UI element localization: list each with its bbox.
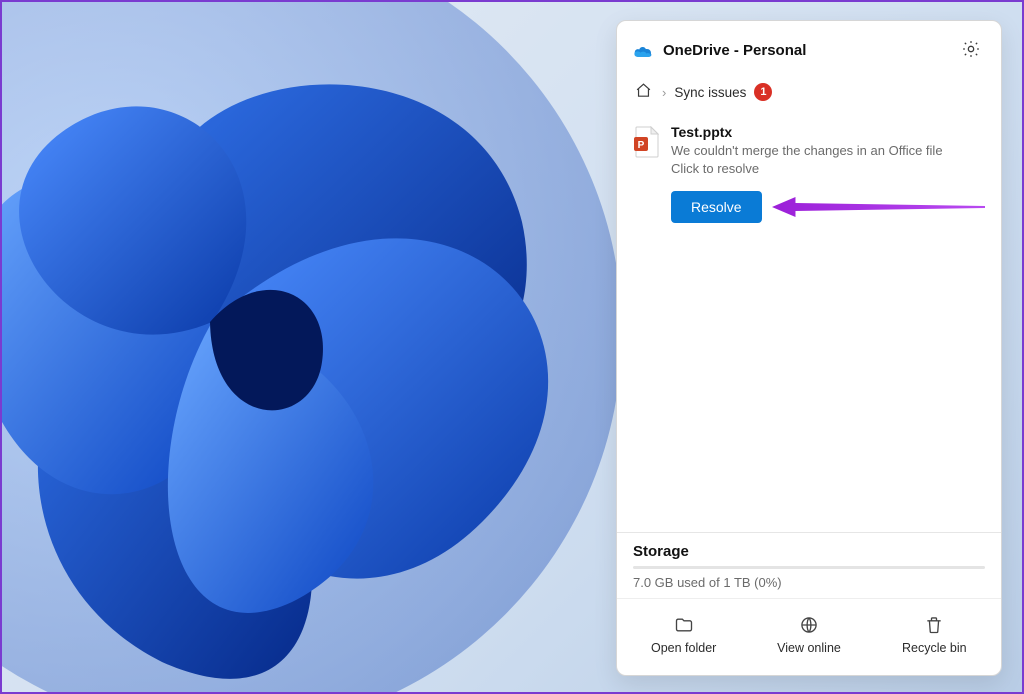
breadcrumb-current[interactable]: Sync issues xyxy=(674,85,746,100)
folder-icon xyxy=(674,615,694,635)
panel-title: OneDrive - Personal xyxy=(663,42,947,59)
chevron-right-icon: › xyxy=(662,85,666,100)
annotation-arrow xyxy=(772,195,985,219)
globe-icon xyxy=(799,615,819,635)
onedrive-cloud-icon xyxy=(633,44,653,58)
trash-icon xyxy=(924,615,944,635)
gear-icon xyxy=(961,39,981,59)
open-folder-button[interactable]: Open folder xyxy=(621,607,746,663)
onedrive-flyout: OneDrive - Personal › Sync issues 1 xyxy=(616,20,1002,676)
svg-text:P: P xyxy=(638,140,645,151)
view-online-button[interactable]: View online xyxy=(746,607,871,663)
storage-heading: Storage xyxy=(633,543,985,560)
storage-text: 7.0 GB used of 1 TB (0%) xyxy=(633,575,985,590)
settings-button[interactable] xyxy=(957,35,985,66)
panel-header: OneDrive - Personal xyxy=(617,21,1001,72)
action-row: Open folder View online Recycle bin xyxy=(617,598,1001,675)
sync-issues-list: P Test.pptx We couldn't merge the change… xyxy=(617,116,1001,532)
issue-count-badge: 1 xyxy=(754,83,772,101)
open-folder-label: Open folder xyxy=(651,641,716,655)
powerpoint-file-icon: P xyxy=(633,126,659,158)
recycle-bin-button[interactable]: Recycle bin xyxy=(872,607,997,663)
issue-message-line2: Click to resolve xyxy=(671,160,985,178)
view-online-label: View online xyxy=(777,641,841,655)
breadcrumb: › Sync issues 1 xyxy=(617,72,1001,116)
wallpaper-art xyxy=(0,0,662,694)
home-icon xyxy=(635,82,652,99)
storage-bar xyxy=(633,566,985,569)
breadcrumb-home[interactable] xyxy=(633,80,654,104)
issue-file-name: Test.pptx xyxy=(671,124,985,140)
resolve-button[interactable]: Resolve xyxy=(671,191,762,223)
desktop-viewport: OneDrive - Personal › Sync issues 1 xyxy=(0,0,1024,694)
issue-message-line1: We couldn't merge the changes in an Offi… xyxy=(671,142,985,160)
issue-body: Test.pptx We couldn't merge the changes … xyxy=(671,124,985,223)
storage-section[interactable]: Storage 7.0 GB used of 1 TB (0%) xyxy=(617,533,1001,598)
recycle-bin-label: Recycle bin xyxy=(902,641,967,655)
sync-issue-item[interactable]: P Test.pptx We couldn't merge the change… xyxy=(633,118,985,237)
